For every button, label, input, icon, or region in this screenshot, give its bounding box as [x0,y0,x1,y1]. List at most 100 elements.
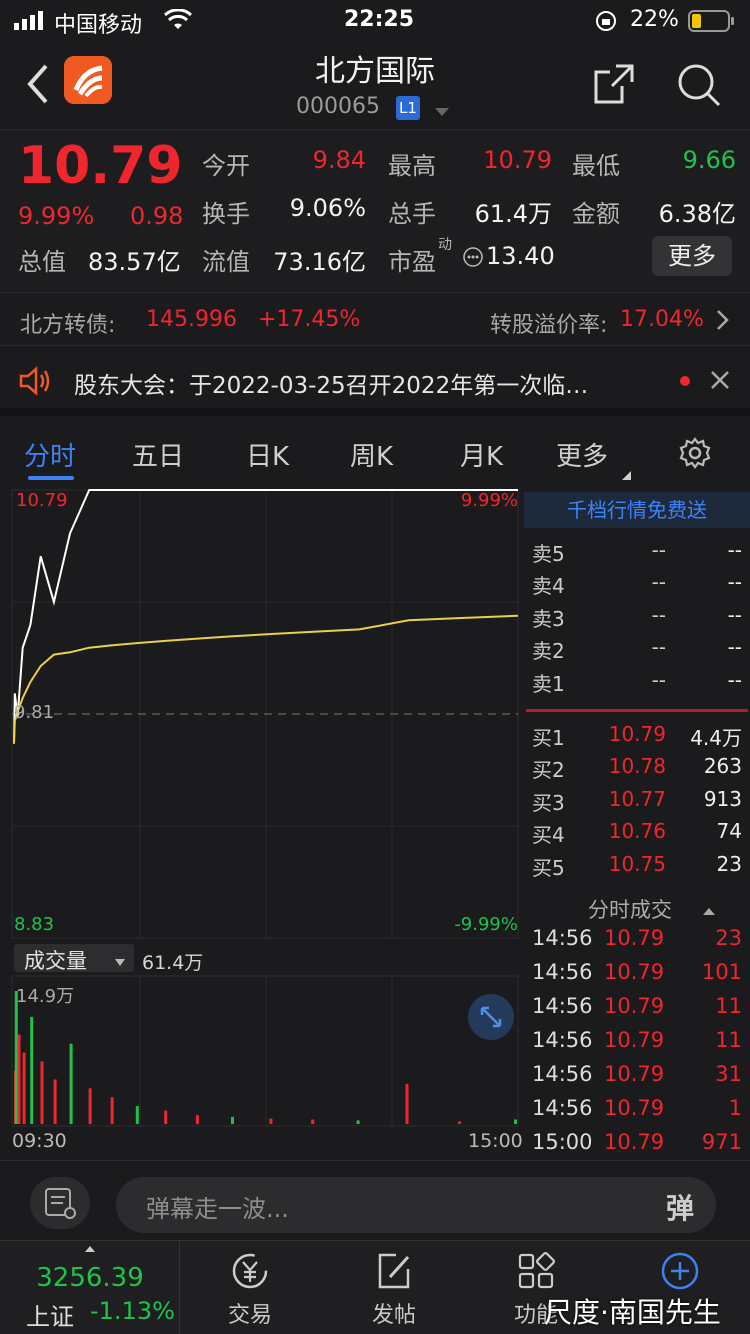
tab-intraday[interactable]: 分时 [24,436,76,473]
last-price: 10.79 [18,136,183,196]
ask-row-volume: -- [727,538,742,562]
grid-icon [518,1252,555,1289]
trade-time: 14:56 [532,1062,593,1086]
volume-bar [457,1121,461,1124]
ask-row-label: 卖4 [532,574,565,599]
info-dots-icon[interactable] [462,246,484,272]
close-icon[interactable] [710,370,730,396]
volume-bar [17,1034,21,1124]
trade-price: 10.79 [604,1130,665,1154]
ask-row: 卖5 -- -- [524,536,750,568]
ask-row-label: 卖1 [532,671,565,696]
pct-low-label: -9.99% [454,914,518,935]
trade-row: 14:56 10.79 31 [524,1060,750,1094]
trade-volume: 23 [715,926,742,950]
bid-row-volume: 913 [703,786,742,811]
float-cap-value: 73.16亿 [273,248,366,276]
bond-name: 北方转债: [20,313,116,338]
battery-percent: 22% [630,7,679,32]
ask-row-volume: -- [727,602,742,627]
pe-label: 市盈 [388,248,436,276]
tab-weekly-k[interactable]: 周K [350,436,393,473]
expand-button[interactable] [468,994,514,1040]
pe-value: 13.40 [486,242,555,270]
volume-bar [269,1118,273,1124]
trade-time: 14:56 [532,994,593,1018]
orderbook-banner[interactable]: 千档行情免费送 [524,492,750,528]
bid-row-label: 买4 [532,823,565,848]
ask-row: 卖1 -- -- [524,666,750,698]
amount-value: 6.38亿 [658,200,736,228]
danmu-toggle[interactable]: 弹 [666,1187,694,1227]
volume-frame [11,975,519,1127]
trade-time: 15:00 [532,1130,593,1154]
tab-daily-k[interactable]: 日K [246,436,289,473]
volume-total: 61.4万 [142,952,204,974]
danmu-input[interactable]: 弹幕走一波... 弹 [116,1177,716,1233]
wifi-icon [163,8,193,37]
ask-row-price: -- [651,538,666,562]
volume-bar [231,1116,234,1124]
nav-trade[interactable]: 交易 [180,1241,320,1334]
nav-post[interactable]: 发帖 [324,1241,464,1334]
bid-row-price: 10.77 [608,786,666,811]
pe-superscript: 动 [438,237,452,253]
trade-row: 15:00 10.79 971 [524,1128,750,1162]
trade-volume: 11 [715,994,742,1018]
trade-price: 10.79 [604,994,665,1018]
bid-row: 买1 10.79 4.4万 [524,720,750,752]
tab-more[interactable]: 更多 [556,436,608,473]
index-ticker[interactable]: 3256.39 上证 -1.13% [0,1241,180,1334]
trade-time: 14:56 [532,960,593,984]
book-divider [526,709,748,712]
search-icon[interactable] [676,62,722,112]
volume-bar [14,991,18,1124]
market-cap-label: 总值 [18,248,66,276]
trade-volume: 1 [728,1096,742,1120]
bond-change: +17.45% [258,307,361,332]
caret-up-icon [702,902,716,921]
volume-bar [135,1106,139,1124]
change-amount: 0.98 [130,202,184,230]
trade-price: 10.79 [604,926,665,950]
danmu-list-button[interactable] [30,1177,90,1229]
chevron-down-icon[interactable] [434,102,450,121]
caret-up-icon [85,1246,95,1252]
ask-row-price: -- [651,570,666,595]
quote-panel: 10.79 9.99% 0.98 今开 9.84 最高 10.79 最低 9.6… [0,130,750,290]
trade-price: 10.79 [604,1096,665,1120]
tab-five-day[interactable]: 五日 [132,436,184,473]
volume-bar [22,1052,26,1124]
gear-icon[interactable] [678,436,712,477]
ask-list: 卖5 -- -- 卖4 -- -- 卖3 -- -- 卖2 -- -- 卖1 -- -- [524,536,750,698]
bid-row-volume: 74 [716,819,742,844]
share-icon[interactable] [592,62,636,110]
rotation-lock-icon [594,9,618,39]
ask-row-price: -- [651,667,666,692]
yuan-icon [232,1253,268,1289]
danmu-bar: 弹幕走一波... 弹 [0,1160,750,1240]
volume-selector[interactable]: 成交量 [14,944,134,973]
bid-list: 买1 10.79 4.4万 买2 10.78 263 买3 10.77 913 买4 10.76 74… [524,720,750,882]
convertible-bond-row[interactable]: 北方转债: 145.996 +17.45% 转股溢价率: 17.04% [0,292,750,346]
chevron-right-icon[interactable] [716,309,730,337]
bid-row: 买4 10.76 74 [524,817,750,849]
more-button[interactable]: 更多 [652,236,732,276]
signal-icon [14,10,48,36]
clock: 22:25 [344,7,415,32]
change-percent: 9.99% [18,202,95,230]
notice-bar[interactable]: 股东大会：于2022-03-25召开2022年第一次临… [0,348,750,416]
trade-volume: 971 [701,1130,742,1154]
volume-bar [514,1119,517,1124]
bid-row: 买3 10.77 913 [524,785,750,817]
ask-row: 卖2 -- -- [524,633,750,665]
ask-row-label: 卖3 [532,606,565,631]
tab-monthly-k[interactable]: 月K [460,436,503,473]
trades-title[interactable]: 分时成交 [588,894,672,924]
level-badge[interactable]: L1 [396,96,420,120]
ask-row-price: -- [651,635,666,660]
volume-bar [195,1115,199,1124]
volume-bar [405,1083,409,1124]
market-cap-value: 83.57亿 [88,248,181,276]
intraday-chart[interactable] [0,486,522,1154]
